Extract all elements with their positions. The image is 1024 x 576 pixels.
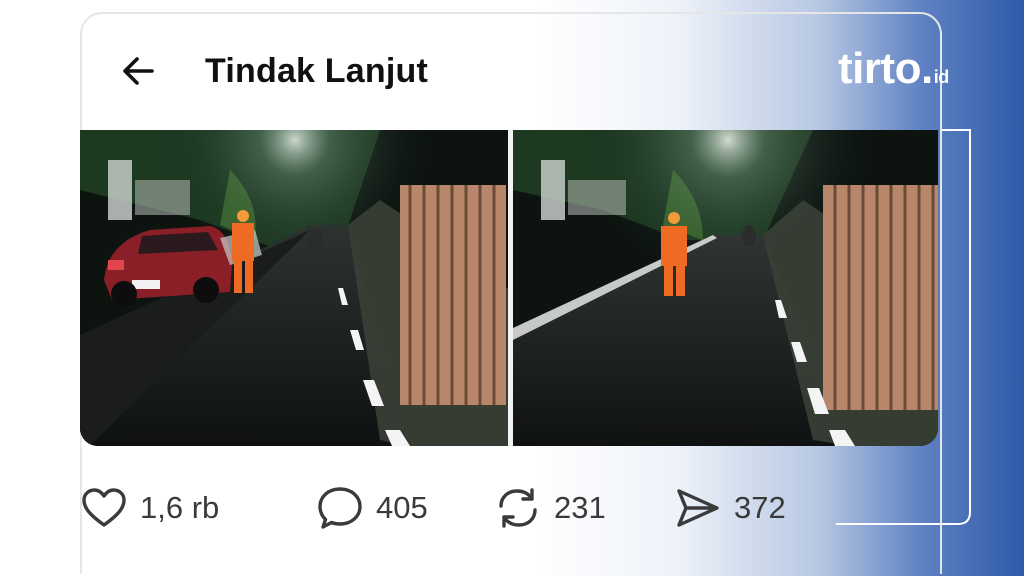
brand-dot: . xyxy=(921,44,933,93)
arrow-left-icon[interactable] xyxy=(118,50,160,92)
repost-count: 231 xyxy=(554,490,606,525)
post-actions: 1,6 rb 405 231 372 xyxy=(80,480,840,536)
post-header: Tindak Lanjut xyxy=(80,30,938,114)
like-button[interactable]: 1,6 rb xyxy=(80,480,219,536)
brand-tld: id xyxy=(933,67,950,87)
send-icon xyxy=(677,489,719,527)
brand-logo: tirto.id xyxy=(838,44,949,94)
brand-name: tirto xyxy=(838,44,922,93)
comment-icon xyxy=(318,487,362,529)
photo-night-street-with-worker[interactable] xyxy=(513,130,938,446)
page-title: Tindak Lanjut xyxy=(205,52,428,90)
share-count: 372 xyxy=(734,490,786,525)
repost-button[interactable]: 231 xyxy=(494,480,606,536)
heart-icon xyxy=(82,488,126,527)
photo-night-street-with-car-and-worker[interactable] xyxy=(80,130,508,446)
repost-icon xyxy=(499,488,537,528)
photo-grid xyxy=(80,130,938,446)
share-button[interactable]: 372 xyxy=(674,480,786,536)
like-count: 1,6 rb xyxy=(140,490,220,525)
reply-count: 405 xyxy=(376,490,428,525)
reply-button[interactable]: 405 xyxy=(316,480,428,536)
